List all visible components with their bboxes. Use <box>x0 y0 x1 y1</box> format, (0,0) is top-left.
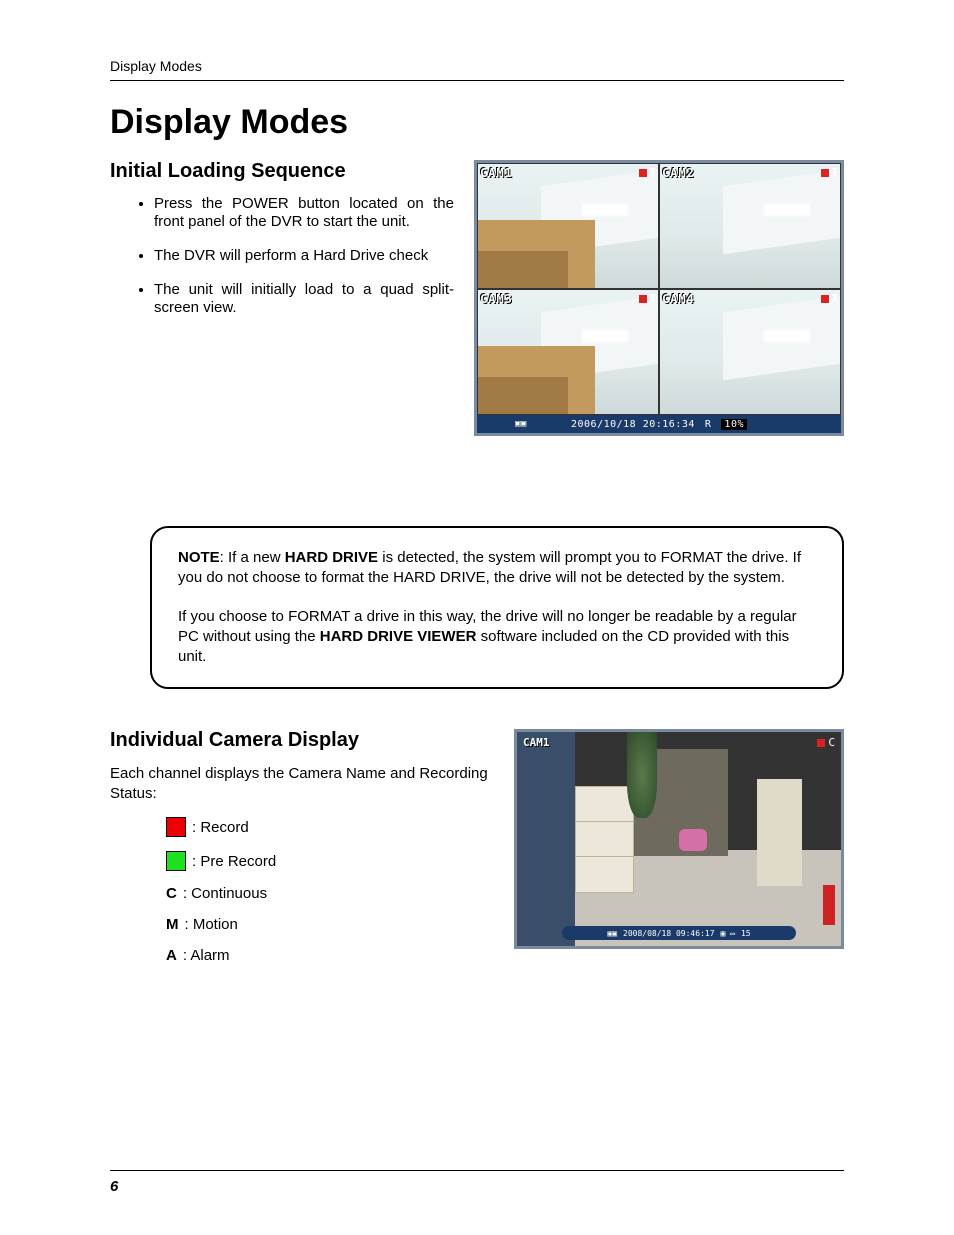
legend-row-continuous: C: Continuous <box>166 885 494 902</box>
header-rule <box>110 80 844 81</box>
cam-tile: CAM3 T <box>477 289 659 415</box>
section2-heading: Individual Camera Display <box>110 729 494 752</box>
cam-indicator: T <box>821 166 838 179</box>
running-head: Display Modes <box>110 58 844 74</box>
status-icons: ▣▣ <box>515 419 527 429</box>
swatch-red <box>166 817 186 837</box>
cam-tile: CAM4 T <box>659 289 841 415</box>
bullet: The DVR will perform a Hard Drive check <box>154 247 454 265</box>
cam-label: CAM3 <box>480 292 513 306</box>
quad-status-bar: ▣▣ 2006/10/18 20:16:34 R 10% <box>477 415 841 433</box>
bullet: Press the POWER button located on the fr… <box>154 195 454 231</box>
note-paragraph: NOTE: If a new HARD DRIVE is detected, t… <box>178 548 816 589</box>
cam-tile: CAM1 T <box>477 163 659 289</box>
legend: : Record : Pre Record C: Continuous M: M… <box>110 817 494 964</box>
single-camera-figure: CAM1 C ▣▣ 2008/08/18 09:46:17 ▣ ▭ 15 <box>514 729 844 949</box>
section2-intro: Each channel displays the Camera Name an… <box>110 764 494 803</box>
note-box: NOTE: If a new HARD DRIVE is detected, t… <box>150 526 844 689</box>
cam-tile: CAM2 T <box>659 163 841 289</box>
status-mode: R <box>705 419 712 430</box>
legend-row-alarm: A: Alarm <box>166 947 494 964</box>
legend-row-prerecord: : Pre Record <box>166 851 494 871</box>
cam-indicator: T <box>821 292 838 305</box>
cam-label: CAM1 <box>523 736 550 749</box>
cam-indicator: C <box>817 736 835 749</box>
cam-indicator: T <box>639 166 656 179</box>
status-timestamp: 2006/10/18 20:16:34 <box>571 419 695 430</box>
note-paragraph: If you choose to FORMAT a drive in this … <box>178 607 816 668</box>
footer-rule <box>110 1170 844 1171</box>
page-title: Display Modes <box>110 103 844 142</box>
bullet: The unit will initially load to a quad s… <box>154 281 454 317</box>
cam-label: CAM1 <box>480 166 513 180</box>
page-number: 6 <box>110 1178 118 1195</box>
cam-label: CAM4 <box>662 292 695 306</box>
section1-heading: Initial Loading Sequence <box>110 160 454 183</box>
legend-row-motion: M: Motion <box>166 916 494 933</box>
cam-label: CAM2 <box>662 166 695 180</box>
legend-row-record: : Record <box>166 817 494 837</box>
quad-camera-figure: CAM1 T CAM2 T CAM3 T CAM4 T <box>474 160 844 436</box>
status-percent: 10% <box>721 419 747 430</box>
cam-indicator: T <box>639 292 656 305</box>
section1-bullets: Press the POWER button located on the fr… <box>110 195 454 317</box>
swatch-green <box>166 851 186 871</box>
single-status-bar: ▣▣ 2008/08/18 09:46:17 ▣ ▭ 15 <box>562 926 795 940</box>
